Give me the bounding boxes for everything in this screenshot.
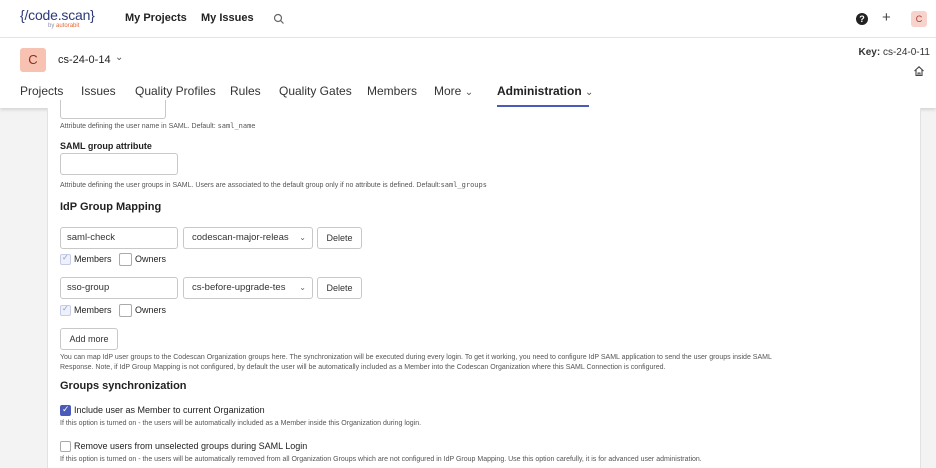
members-checkbox[interactable] [60, 253, 71, 265]
tab-rules[interactable]: Rules [230, 84, 261, 98]
saml-group-attribute-label: SAML group attribute [60, 141, 152, 151]
tab-more[interactable]: More ⌄ [434, 84, 473, 98]
project-avatar: C [20, 48, 46, 72]
group-attribute-help: Attribute defining the user groups in SA… [60, 181, 487, 189]
project-header: C cs-24-0-14 ⌄ Key: cs-24-0-11 Projects … [0, 38, 936, 108]
idp-group-mapping-heading: IdP Group Mapping [60, 201, 162, 213]
active-tab-indicator [497, 105, 589, 107]
members-checkbox[interactable] [60, 304, 71, 316]
org-group-select[interactable]: cs-before-upgrade-tes ⌄ [183, 277, 313, 299]
help-icon[interactable]: ? [856, 13, 868, 25]
idp-group-input[interactable]: saml-check [60, 227, 178, 249]
remove-unselected-help: If this option is turned on - the users … [60, 456, 702, 463]
logo-byline: by autorabit [48, 23, 80, 29]
owners-checkbox[interactable] [119, 253, 132, 266]
members-label: Members [74, 254, 112, 264]
remove-unselected-checkbox[interactable] [60, 441, 71, 452]
owners-label: Owners [135, 254, 167, 264]
mapping-help-line-2: Response. Note, if IdP Group Mapping is … [60, 364, 666, 371]
chevron-down-icon[interactable]: ⌄ [115, 52, 123, 63]
groups-sync-heading: Groups synchronization [60, 380, 187, 392]
plus-icon[interactable]: + [882, 9, 891, 26]
tab-administration[interactable]: Administration ⌄ [497, 84, 593, 98]
add-more-button[interactable]: Add more [60, 328, 118, 350]
tab-quality-profiles[interactable]: Quality Profiles [135, 84, 216, 98]
mapping-help-line-1: You can map IdP user groups to the Codes… [60, 354, 772, 361]
username-attribute-help: Attribute defining the user name in SAML… [60, 122, 256, 130]
chevron-down-icon: ⌄ [299, 233, 306, 242]
delete-mapping-button[interactable]: Delete [317, 227, 362, 249]
members-label: Members [74, 305, 112, 315]
include-member-checkbox[interactable] [60, 404, 71, 416]
tab-issues[interactable]: Issues [81, 84, 116, 98]
include-member-help: If this option is turned on - the users … [60, 420, 422, 427]
chevron-down-icon: ⌄ [299, 283, 306, 292]
saml-username-attribute-input[interactable] [60, 100, 166, 119]
tab-quality-gates[interactable]: Quality Gates [279, 84, 352, 98]
tab-projects[interactable]: Projects [20, 84, 63, 98]
home-icon[interactable] [913, 65, 925, 77]
saml-group-attribute-input[interactable] [60, 153, 178, 175]
nav-my-issues[interactable]: My Issues [201, 12, 254, 24]
tab-members[interactable]: Members [367, 84, 417, 98]
nav-my-projects[interactable]: My Projects [125, 12, 187, 24]
saml-settings-panel: Attribute defining the user name in SAML… [47, 100, 921, 468]
include-member-label: Include user as Member to current Organi… [74, 405, 265, 415]
project-key: Key: cs-24-0-11 [858, 47, 930, 58]
idp-group-input[interactable]: sso-group [60, 277, 178, 299]
logo-text: {/code.scan} [20, 7, 95, 23]
search-icon[interactable] [273, 13, 285, 25]
codescan-logo[interactable]: {/code.scan} by autorabit [20, 7, 100, 33]
top-navbar: {/code.scan} by autorabit My Projects My… [0, 0, 936, 38]
project-name[interactable]: cs-24-0-14 [58, 54, 111, 66]
remove-unselected-label: Remove users from unselected groups duri… [74, 441, 308, 451]
chevron-down-icon: ⌄ [585, 87, 594, 98]
delete-mapping-button[interactable]: Delete [317, 277, 362, 299]
user-avatar[interactable]: C [911, 11, 927, 27]
owners-label: Owners [135, 305, 167, 315]
chevron-down-icon: ⌄ [464, 87, 474, 98]
org-group-select[interactable]: codescan-major-releas ⌄ [183, 227, 313, 249]
owners-checkbox[interactable] [119, 304, 132, 317]
